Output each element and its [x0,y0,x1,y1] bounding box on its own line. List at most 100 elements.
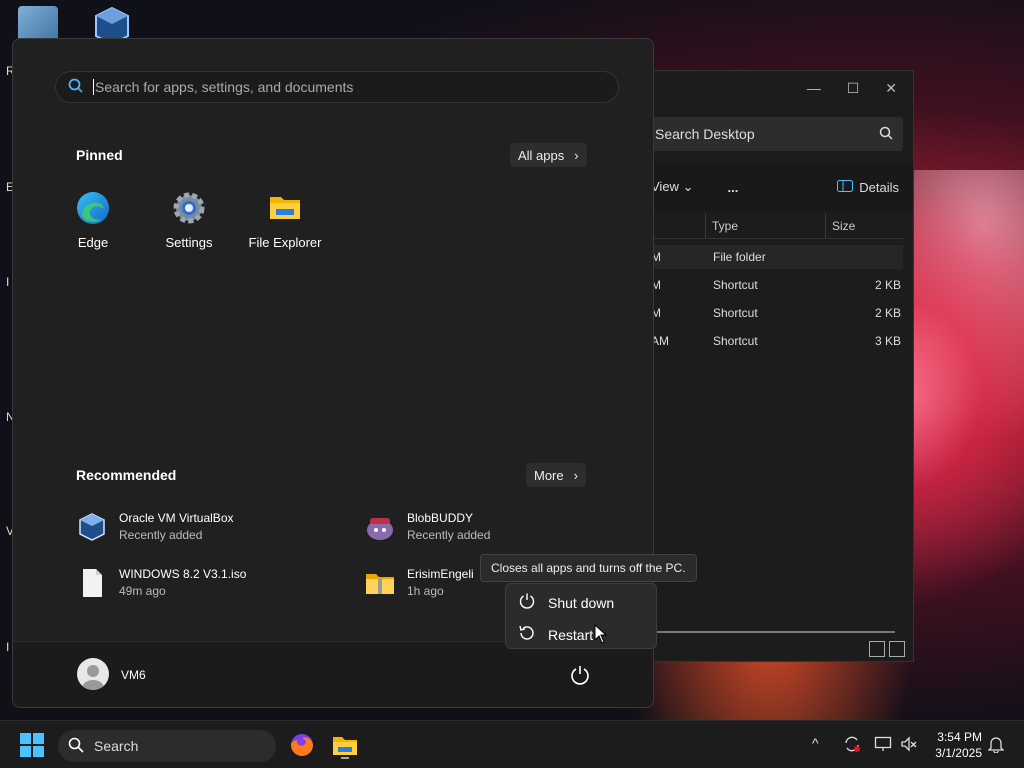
recommended-item-name: Oracle VM VirtualBox [119,511,234,525]
view-label: View [651,179,679,194]
view-mode-buttons [869,641,905,657]
row-size: 2 KB [874,278,901,292]
row-type: Shortcut [713,334,758,348]
recommended-item[interactable]: Oracle VM VirtualBox Recently added [77,511,234,542]
taskbar-search[interactable]: Search [58,730,276,762]
recommended-item-name: WINDOWS 8.2 V3.1.iso [119,567,247,581]
power-tooltip: Closes all apps and turns off the PC. [480,554,697,582]
windows-logo-quadrant [20,746,31,757]
more-options-button[interactable]: ... [727,180,738,195]
pinned-app-label: File Explorer [248,235,322,250]
recommended-item[interactable]: BlobBUDDY Recently added [365,511,490,542]
virtualbox-icon [77,512,107,542]
start-search-input[interactable]: Search for apps, settings, and documents [55,71,619,103]
shutdown-menu-item[interactable]: Shut down [518,592,614,613]
column-header-size[interactable]: Size [825,213,903,238]
details-view-icon[interactable] [869,641,885,657]
row-size: 2 KB [874,306,901,320]
windows-logo-quadrant [33,733,44,744]
edge-icon [76,191,110,225]
search-icon [879,126,893,143]
recommended-item-detail: Recently added [119,528,203,542]
recommended-item[interactable]: WINDOWS 8.2 V3.1.iso 49m ago [77,567,246,598]
close-icon[interactable]: ✕ [885,80,897,97]
explorer-column-header: Type Size [641,213,903,239]
restart-menu-item[interactable]: Restart [518,624,593,645]
table-row[interactable]: AM Shortcut 3 KB [641,329,903,353]
pinned-app-label: Settings [165,235,213,250]
explorer-search-input[interactable]: Search Desktop [645,117,903,151]
search-icon [68,737,84,756]
chevron-up-icon[interactable]: ^ [812,735,819,751]
row-type: Shortcut [713,306,758,320]
file-explorer-icon [268,191,302,225]
maximize-icon[interactable]: ☐ [847,80,860,97]
restart-icon [518,624,536,645]
taskbar-search-label: Search [94,738,139,754]
chevron-down-icon: ⌄ [682,179,694,194]
pinned-app-file-explorer[interactable]: File Explorer [237,191,333,250]
all-apps-label: All apps [518,147,565,163]
large-icons-view-icon[interactable] [889,641,905,657]
all-apps-button[interactable]: All apps › [510,143,587,167]
pinned-heading: Pinned [76,147,123,163]
recommended-item[interactable]: ErisimEngeli 1h ago [365,567,474,598]
start-button[interactable] [20,733,44,757]
more-label: More [534,467,564,483]
details-pane-button[interactable]: Details [837,179,899,195]
notification-bell-icon[interactable] [987,735,1005,756]
recommended-item-detail: 49m ago [119,584,166,598]
volume-muted-icon[interactable] [900,735,918,756]
firefox-icon[interactable] [288,731,316,759]
windows-logo-quadrant [33,746,44,757]
shutdown-label: Shut down [548,594,615,611]
file-explorer-icon[interactable] [331,731,359,759]
horizontal-scrollbar[interactable] [645,631,895,633]
power-icon[interactable] [569,664,591,686]
restart-label: Restart [548,626,594,643]
power-icon [518,592,536,613]
explorer-titlebar: — ☐ ✕ [641,71,913,105]
row-size: 3 KB [874,334,901,348]
pinned-app-label: Edge [77,235,109,250]
explorer-toolbar: View ⌄ ... Details [641,163,913,211]
network-icon[interactable] [874,735,892,756]
view-dropdown[interactable]: View ⌄ [651,179,693,195]
zip-folder-icon [365,568,395,598]
text-caret [93,79,94,95]
settings-icon [172,191,206,225]
desktop-label-fragment: I [6,275,10,289]
pinned-app-edge[interactable]: Edge [45,191,141,250]
pinned-app-settings[interactable]: Settings [141,191,237,250]
minimize-icon[interactable]: — [807,80,821,96]
explorer-search-placeholder: Search Desktop [655,126,755,142]
recommended-item-detail: Recently added [407,528,491,542]
windows-logo-quadrant [20,733,31,744]
chevron-right-icon: › [574,147,579,163]
clock-time: 3:54 PM [937,730,982,744]
row-type: Shortcut [713,278,758,292]
user-name[interactable]: VM6 [121,668,146,682]
search-icon [68,78,83,97]
avatar[interactable] [77,658,109,690]
start-footer: VM6 [13,641,653,707]
details-label: Details [859,179,899,195]
more-button[interactable]: More › [526,463,586,487]
table-row[interactable]: M Shortcut 2 KB [641,273,903,297]
recommended-item-detail: 1h ago [407,584,444,598]
taskbar-clock[interactable]: 3:54 PM 3/1/2025 [935,729,982,761]
blobbuddy-icon [365,512,395,542]
details-pane-icon [837,179,854,195]
chevron-right-icon: › [573,467,578,483]
recommended-item-name: ErisimEngeli [407,567,474,581]
start-search-placeholder: Search for apps, settings, and documents [95,79,354,95]
sync-icon[interactable] [843,735,861,756]
column-header-type[interactable]: Type [705,213,825,238]
taskbar: Search ^ 3:54 PM 3/1/2025 [0,720,1024,768]
table-row[interactable]: M Shortcut 2 KB [641,301,903,325]
desktop-label-fragment: I [6,640,10,654]
table-row[interactable]: M File folder [641,245,903,269]
power-menu: Shut down Restart [505,583,657,649]
file-icon [77,568,107,598]
recommended-heading: Recommended [76,467,177,483]
